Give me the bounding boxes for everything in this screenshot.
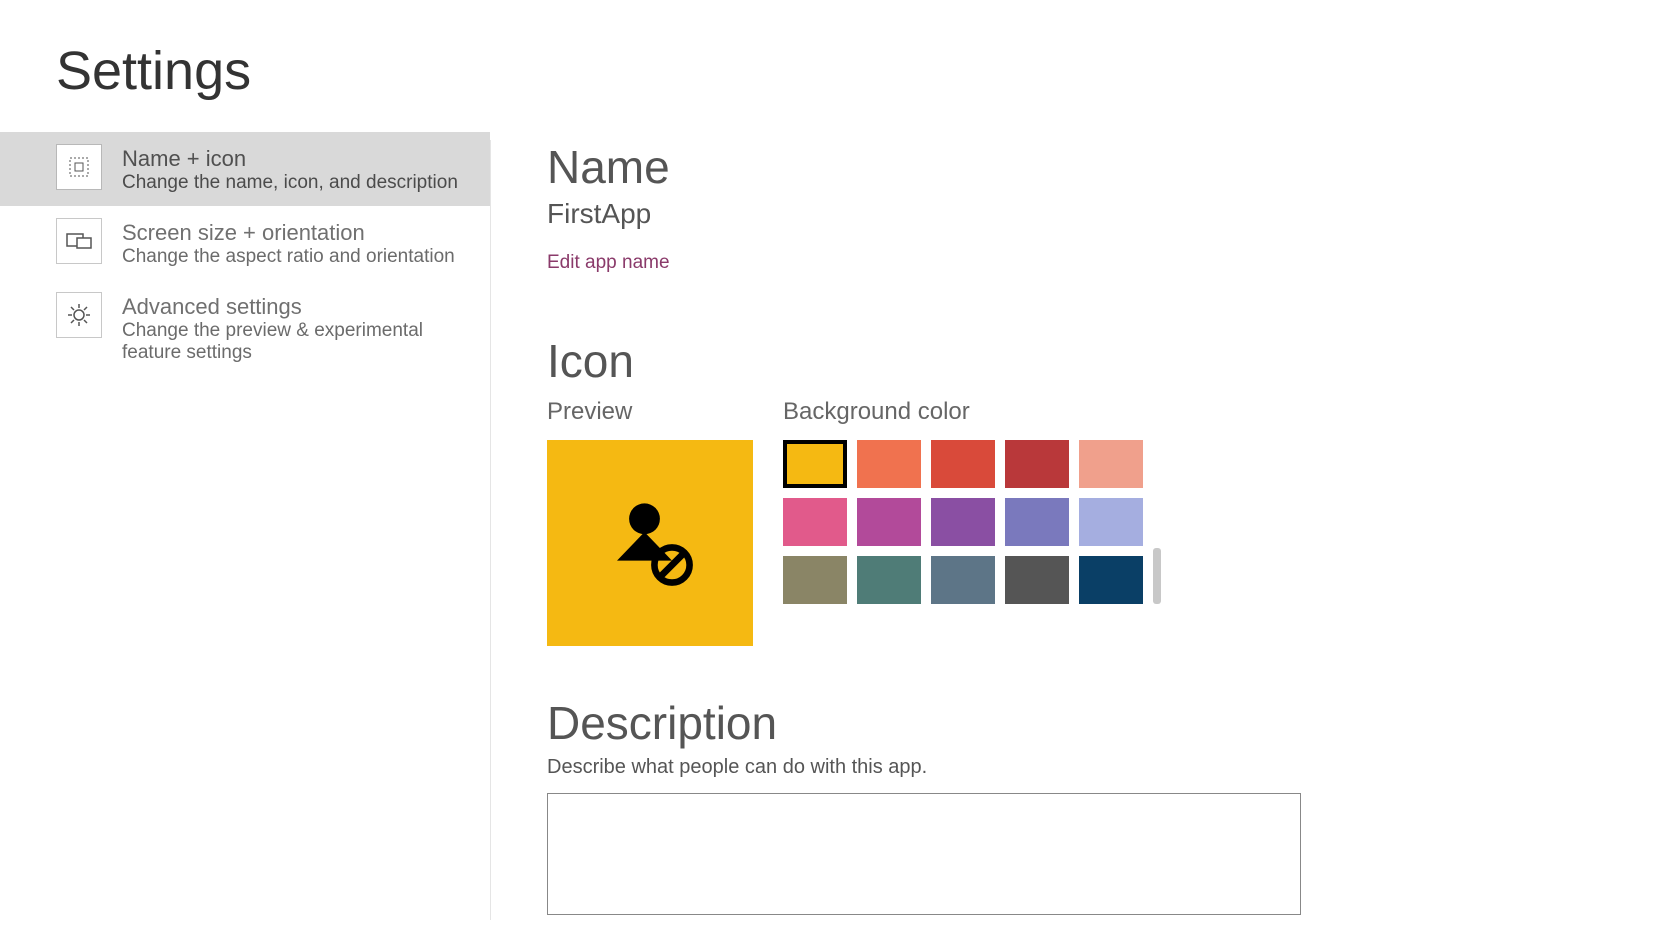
bg-color-scrollbar[interactable] bbox=[1153, 548, 1161, 604]
sidebar: Name + icon Change the name, icon, and d… bbox=[0, 132, 490, 376]
description-heading: Description bbox=[547, 696, 1640, 750]
name-heading: Name bbox=[547, 140, 1640, 194]
bg-color-swatch[interactable] bbox=[931, 556, 995, 604]
sidebar-item-title: Name + icon bbox=[122, 146, 458, 172]
user-block-icon bbox=[595, 488, 705, 598]
bg-color-swatch[interactable] bbox=[857, 498, 921, 546]
gear-icon bbox=[56, 292, 102, 338]
page-title: Settings bbox=[0, 30, 490, 132]
bg-color-swatch[interactable] bbox=[1079, 440, 1143, 488]
bg-color-label: Background color bbox=[783, 398, 1153, 426]
bg-color-swatch[interactable] bbox=[783, 440, 847, 488]
description-hint: Describe what people can do with this ap… bbox=[547, 756, 1640, 779]
bg-color-swatch[interactable] bbox=[1005, 556, 1069, 604]
edit-app-name-link[interactable]: Edit app name bbox=[547, 252, 670, 274]
bg-color-swatch[interactable] bbox=[1005, 498, 1069, 546]
name-icon-icon bbox=[56, 144, 102, 190]
icon-heading: Icon bbox=[547, 334, 1640, 388]
sidebar-item-screen-size[interactable]: Screen size + orientation Change the asp… bbox=[0, 206, 490, 280]
description-input[interactable] bbox=[547, 793, 1301, 915]
bg-color-grid bbox=[783, 440, 1143, 604]
icon-preview bbox=[547, 440, 753, 646]
sidebar-item-title: Screen size + orientation bbox=[122, 220, 455, 246]
bg-color-swatch[interactable] bbox=[783, 498, 847, 546]
sidebar-item-title: Advanced settings bbox=[122, 294, 470, 320]
screen-size-icon bbox=[56, 218, 102, 264]
bg-color-swatch[interactable] bbox=[1079, 498, 1143, 546]
app-name-value: FirstApp bbox=[547, 198, 1640, 230]
bg-color-swatch[interactable] bbox=[1005, 440, 1069, 488]
bg-color-swatch[interactable] bbox=[783, 556, 847, 604]
bg-color-swatch[interactable] bbox=[931, 498, 995, 546]
bg-color-swatch[interactable] bbox=[1079, 556, 1143, 604]
sidebar-item-advanced[interactable]: Advanced settings Change the preview & e… bbox=[0, 280, 490, 376]
sidebar-item-sub: Change the name, icon, and description bbox=[122, 172, 458, 194]
sidebar-item-sub: Change the aspect ratio and orientation bbox=[122, 246, 455, 268]
bg-color-swatch[interactable] bbox=[931, 440, 995, 488]
bg-color-swatch[interactable] bbox=[857, 440, 921, 488]
sidebar-item-sub: Change the preview & experimental featur… bbox=[122, 320, 470, 364]
bg-color-swatch[interactable] bbox=[857, 556, 921, 604]
preview-label: Preview bbox=[547, 398, 753, 426]
sidebar-item-name-icon[interactable]: Name + icon Change the name, icon, and d… bbox=[0, 132, 490, 206]
